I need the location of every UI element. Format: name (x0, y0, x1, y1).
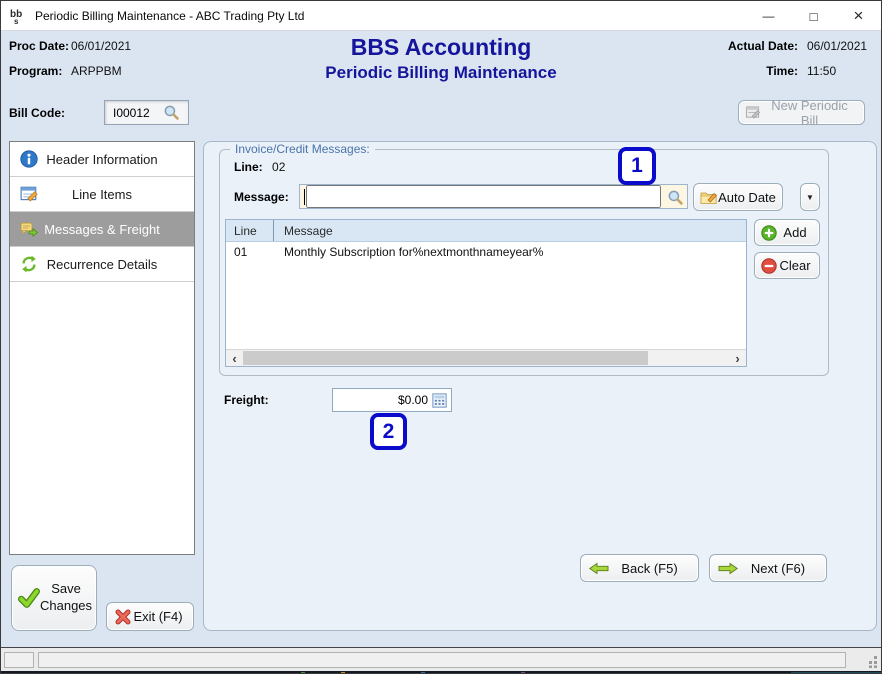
cell-message: Monthly Subscription for%nextmonthnameye… (274, 245, 543, 259)
group-title: Invoice/Credit Messages: (230, 142, 375, 156)
freight-field[interactable] (332, 388, 452, 412)
save-changes-button[interactable]: Save Changes (11, 565, 97, 631)
save-changes-label: Save Changes (40, 581, 92, 615)
sidebar-item-messages-freight[interactable]: Messages & Freight (10, 212, 194, 247)
maximize-button[interactable]: □ (791, 1, 836, 31)
annotation-marker-1: 1 (618, 147, 656, 185)
close-button[interactable]: × (836, 1, 881, 31)
messages-table[interactable]: Line Message 01 Monthly Subscription for… (225, 219, 747, 367)
bill-code-label: Bill Code: (9, 106, 65, 120)
add-icon (761, 225, 777, 241)
search-icon[interactable] (163, 104, 180, 121)
actual-date-label: Actual Date: (711, 39, 798, 53)
window-title: Periodic Billing Maintenance - ABC Tradi… (35, 9, 304, 23)
exit-button[interactable]: Exit (F4) (106, 602, 194, 631)
scroll-right-icon[interactable]: › (729, 350, 746, 366)
message-label: Message: (234, 190, 289, 204)
auto-date-label: Auto Date (718, 190, 776, 205)
freight-label: Freight: (224, 393, 269, 407)
text-caret (304, 189, 305, 205)
add-label: Add (777, 225, 813, 240)
column-header-line[interactable]: Line (226, 220, 274, 241)
recurrence-icon (20, 255, 38, 273)
next-button[interactable]: Next (F6) (709, 554, 827, 582)
chevron-down-icon: ▼ (806, 193, 814, 202)
minimize-button[interactable]: — (746, 1, 791, 31)
app-window: bb s Periodic Billing Maintenance - ABC … (0, 0, 882, 674)
new-periodic-bill-label: New Periodic Bill (761, 98, 858, 128)
arrow-right-icon (718, 562, 738, 575)
cell-line: 01 (226, 245, 274, 259)
back-label: Back (F5) (609, 561, 690, 576)
auto-date-button[interactable]: Auto Date (693, 183, 783, 211)
add-button[interactable]: Add (754, 219, 820, 246)
annotation-marker-2: 2 (370, 413, 407, 450)
message-arrow-icon (20, 220, 38, 238)
message-input[interactable] (306, 185, 661, 208)
status-panel-small (4, 652, 34, 668)
line-value: 02 (272, 160, 285, 174)
sidebar-item-header-information[interactable]: Header Information (10, 142, 194, 177)
auto-date-dropdown-button[interactable]: ▼ (800, 183, 820, 211)
form-edit-icon (20, 185, 38, 203)
x-icon (115, 609, 131, 625)
column-header-message[interactable]: Message (274, 224, 333, 238)
new-periodic-bill-button[interactable]: New Periodic Bill (738, 100, 865, 125)
sidebar-item-recurrence-details[interactable]: Recurrence Details (10, 247, 194, 282)
status-bar (1, 647, 881, 671)
bill-code-input[interactable] (105, 106, 163, 120)
clear-icon (761, 258, 777, 274)
exit-label: Exit (F4) (131, 609, 185, 624)
scroll-left-icon[interactable]: ‹ (226, 350, 243, 366)
time-value: 11:50 (807, 64, 836, 78)
scrollbar-thumb[interactable] (243, 351, 648, 365)
sidebar: Header Information Line Items Messages &… (9, 141, 195, 555)
arrow-left-icon (589, 562, 609, 575)
sidebar-item-line-items[interactable]: Line Items (10, 177, 194, 212)
info-icon (20, 150, 38, 168)
horizontal-scrollbar[interactable]: ‹ › (226, 349, 746, 366)
freight-input[interactable] (337, 393, 432, 407)
next-label: Next (F6) (738, 561, 818, 576)
search-icon[interactable] (667, 189, 684, 206)
line-label: Line: (234, 160, 263, 174)
bill-code-field[interactable] (104, 100, 189, 125)
bbs-logo-icon: bb s (9, 7, 27, 25)
titlebar: bb s Periodic Billing Maintenance - ABC … (1, 1, 881, 31)
table-header: Line Message (226, 220, 746, 242)
calculator-icon[interactable] (432, 393, 447, 408)
clear-label: Clear (777, 258, 813, 273)
checkmark-icon (18, 588, 40, 608)
new-bill-icon (745, 105, 761, 120)
main-panel: Invoice/Credit Messages: Line: 02 Messag… (203, 141, 877, 631)
folder-pencil-icon (700, 189, 718, 205)
invoice-credit-messages-group: Invoice/Credit Messages: Line: 02 Messag… (219, 149, 829, 376)
back-button[interactable]: Back (F5) (580, 554, 699, 582)
table-row[interactable]: 01 Monthly Subscription for%nextmonthnam… (226, 242, 746, 262)
actual-date-value: 06/01/2021 (807, 39, 867, 53)
message-field[interactable] (299, 184, 688, 209)
resize-grip[interactable] (866, 656, 878, 668)
time-label: Time: (711, 64, 798, 78)
clear-button[interactable]: Clear (754, 252, 820, 279)
svg-text:s: s (14, 17, 19, 25)
status-panel-long (38, 652, 846, 668)
